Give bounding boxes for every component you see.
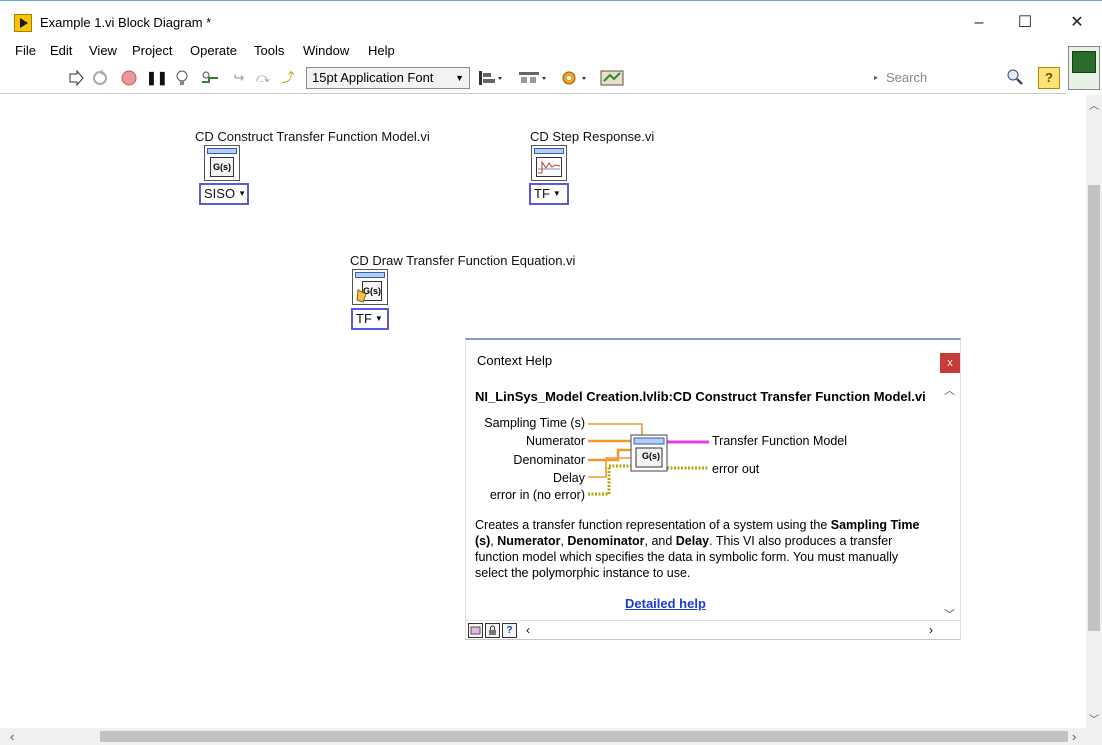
cleanup-diagram-icon[interactable]	[600, 69, 626, 87]
toolbar: ❚❚ ↪ ⤼ ⤴ 15pt Application Font ▼ ▸ Searc…	[0, 62, 1066, 94]
vi-icon[interactable]	[1068, 46, 1100, 90]
menu-bar: File Edit View Project Operate Tools Win…	[0, 42, 1066, 62]
draw-tf-node[interactable]: G(s)	[352, 269, 388, 305]
step-into-icon[interactable]: ↪	[231, 70, 247, 86]
detailed-help-link[interactable]: Detailed help	[625, 596, 706, 611]
app-icon[interactable]	[14, 14, 32, 32]
node-label-draw-tf: CD Draw Transfer Function Equation.vi	[350, 253, 576, 268]
vertical-scrollbar[interactable]: ︿ ﹀	[1086, 95, 1102, 728]
term-numerator: Numerator	[525, 434, 585, 448]
scroll-right-icon[interactable]: ›	[929, 623, 933, 637]
step-over-icon[interactable]: ⤼	[255, 70, 271, 86]
selector-value: TF	[534, 186, 550, 201]
scroll-left-icon[interactable]: ‹	[526, 623, 530, 637]
chevron-down-icon: ▼	[552, 189, 561, 198]
scroll-up-icon[interactable]: ︿	[944, 382, 955, 398]
context-help-title: Context Help	[477, 353, 553, 368]
context-help-description: Creates a transfer function representati…	[475, 518, 920, 580]
minimize-button[interactable]: –	[956, 11, 1002, 35]
search-scope-icon: ▸	[874, 73, 879, 82]
construct-tf-node[interactable]: G(s)	[204, 145, 240, 181]
run-arrow-icon[interactable]	[68, 69, 84, 87]
menu-project[interactable]: Project	[132, 43, 172, 58]
window-title: Example 1.vi Block Diagram *	[40, 15, 212, 30]
menu-view[interactable]: View	[89, 43, 117, 58]
connector-face-label: G(s)	[642, 451, 660, 461]
show-optional-terminals-icon[interactable]	[468, 623, 483, 638]
selector-value: SISO	[204, 186, 236, 201]
scroll-left-icon[interactable]: ‹	[10, 729, 14, 744]
chevron-down-icon: ▼	[374, 314, 383, 323]
vertical-scroll-thumb[interactable]	[1088, 185, 1100, 631]
context-help-footer: ? ‹ ›	[466, 620, 960, 640]
reorder-icon[interactable]	[560, 69, 590, 87]
polymorphic-selector-siso[interactable]: SISO ▼	[199, 183, 249, 205]
term-error-out: error out	[712, 462, 760, 476]
distribute-objects-icon[interactable]	[518, 69, 548, 87]
pen-icon	[356, 289, 367, 303]
close-window-button[interactable]: ✕	[1054, 11, 1100, 35]
scroll-down-icon[interactable]: ﹀	[1089, 711, 1099, 726]
step-response-node[interactable]	[531, 145, 567, 181]
menu-operate[interactable]: Operate	[190, 43, 237, 58]
term-delay: Delay	[553, 471, 585, 485]
search-placeholder: Search	[886, 70, 928, 85]
menu-window[interactable]: Window	[303, 43, 349, 58]
scroll-up-icon[interactable]: ︿	[1089, 97, 1099, 112]
step-out-icon[interactable]: ⤴	[280, 70, 296, 86]
font-dropdown[interactable]: 15pt Application Font ▼	[306, 67, 470, 89]
search-icon[interactable]	[1006, 68, 1024, 86]
menu-edit[interactable]: Edit	[50, 43, 72, 58]
pause-icon[interactable]: ❚❚	[146, 70, 168, 86]
node-face: G(s)	[210, 157, 234, 177]
highlight-execution-icon[interactable]	[174, 70, 190, 86]
polymorphic-selector-tf[interactable]: TF ▼	[529, 183, 569, 205]
node-label-step-response: CD Step Response.vi	[530, 129, 655, 144]
step-response-plot-icon	[536, 157, 562, 177]
term-denominator: Denominator	[513, 453, 585, 467]
term-sampling-time: Sampling Time (s)	[484, 416, 585, 430]
context-help-vi-path: NI_LinSys_Model Creation.lvlib:CD Constr…	[475, 389, 926, 404]
align-objects-icon[interactable]	[478, 69, 504, 87]
retain-wire-values-icon[interactable]	[201, 70, 218, 86]
menu-tools[interactable]: Tools	[254, 43, 284, 58]
title-bar: Example 1.vi Block Diagram * – ☐ ✕	[0, 0, 1102, 42]
chevron-down-icon: ▼	[238, 189, 246, 198]
term-error-in: error in (no error)	[489, 488, 585, 502]
abort-icon[interactable]	[121, 70, 137, 86]
menu-file[interactable]: File	[15, 43, 36, 58]
context-help-window: Context Help x NI_LinSys_Model Creation.…	[465, 338, 961, 640]
run-continuously-icon[interactable]	[92, 69, 108, 86]
lock-help-icon[interactable]	[485, 623, 500, 638]
node-label-construct-tf: CD Construct Transfer Function Model.vi	[195, 129, 430, 144]
chevron-down-icon: ▼	[455, 73, 464, 83]
horizontal-scroll-thumb[interactable]	[100, 731, 1068, 742]
term-transfer-function-model: Transfer Function Model	[712, 434, 848, 448]
font-dropdown-value: 15pt Application Font	[312, 70, 434, 85]
selector-value: TF	[356, 311, 372, 326]
horizontal-scrollbar[interactable]: ‹ ›	[0, 728, 1102, 745]
close-icon[interactable]: x	[940, 353, 960, 373]
scroll-right-icon[interactable]: ›	[1072, 729, 1076, 744]
menu-help[interactable]: Help	[368, 43, 395, 58]
maximize-button[interactable]: ☐	[1002, 11, 1048, 35]
detailed-help-icon[interactable]: ?	[502, 623, 517, 638]
polymorphic-selector-tf-2[interactable]: TF ▼	[351, 308, 389, 330]
help-icon[interactable]: ?	[1038, 67, 1060, 89]
